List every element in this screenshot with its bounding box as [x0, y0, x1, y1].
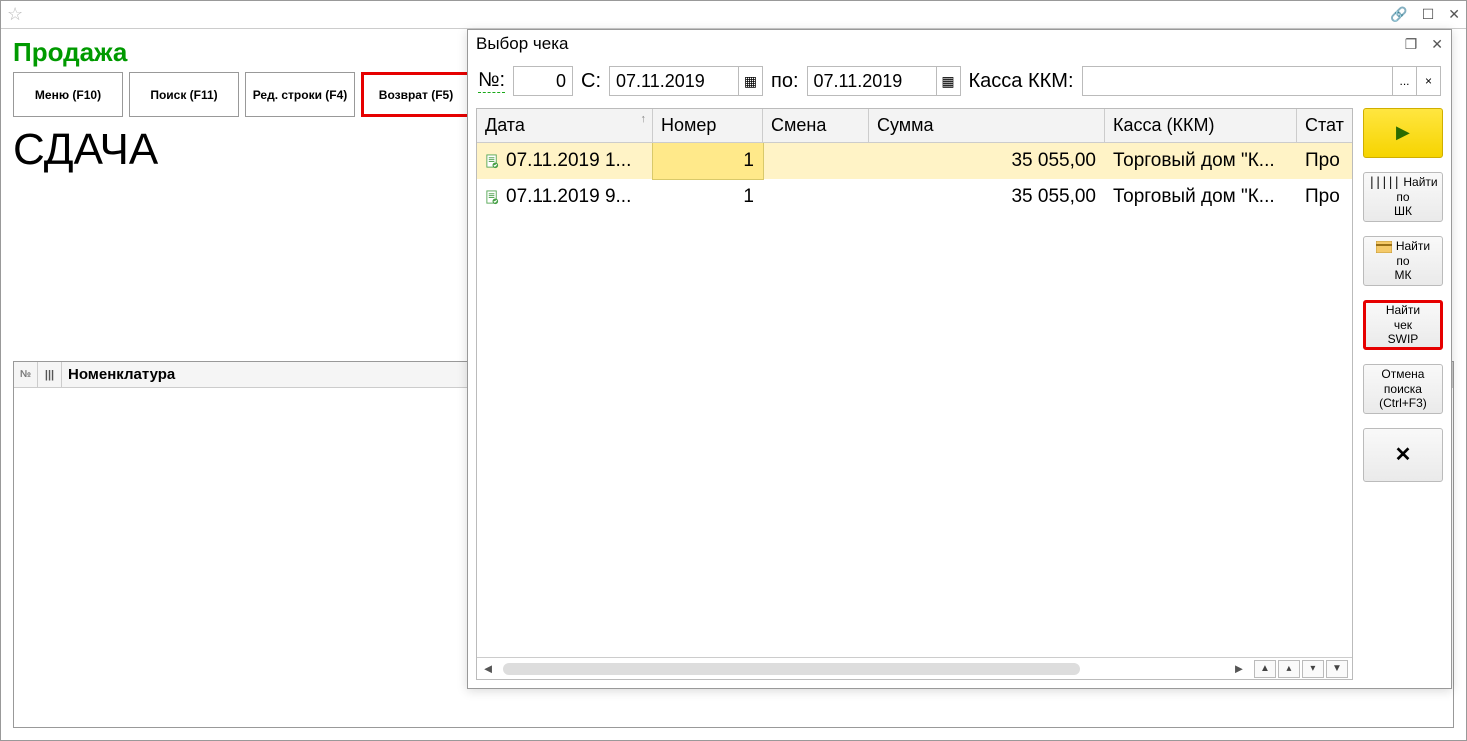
column-number[interactable]: Номер: [653, 109, 763, 142]
cell-summa: 35 055,00: [869, 143, 1105, 179]
horizontal-scroll-zone: ◄ ► ▲ ▴ ▾ ▼: [477, 657, 1352, 679]
search-button[interactable]: Поиск (F11): [129, 72, 239, 117]
to-date-label: по:: [771, 70, 799, 93]
scroll-track[interactable]: [503, 663, 1224, 675]
scroll-right-icon[interactable]: ►: [1228, 660, 1250, 678]
select-check-dialog: Выбор чека ❐ ✕ №: С: ▦ по: ▦ Касса ККМ: …: [467, 29, 1452, 689]
cell-date: 07.11.2019 1...: [477, 143, 653, 179]
find-by-mk-button[interactable]: Найти поМК: [1363, 236, 1443, 286]
cell-date: 07.11.2019 9...: [477, 179, 653, 215]
column-barcode-icon[interactable]: |||: [38, 362, 62, 387]
nav-last-icon[interactable]: ▼: [1326, 660, 1348, 678]
dialog-title: Выбор чека: [476, 34, 569, 54]
dialog-window-controls: ❐ ✕: [1405, 36, 1443, 53]
cell-summa: 35 055,00: [869, 179, 1105, 215]
from-date-input[interactable]: [609, 66, 739, 96]
cell-kassa-kkm: Торговый дом "К...: [1105, 179, 1297, 215]
play-select-button[interactable]: ▶: [1363, 108, 1443, 158]
number-label-link[interactable]: №:: [478, 69, 505, 93]
column-summa[interactable]: Сумма: [869, 109, 1105, 142]
to-date-calendar-icon[interactable]: ▦: [937, 66, 961, 96]
cell-number: 1: [653, 143, 763, 179]
kassa-kkm-input[interactable]: [1082, 66, 1393, 96]
column-number-icon[interactable]: №: [14, 362, 38, 387]
document-icon: [485, 154, 500, 169]
table-row[interactable]: 07.11.2019 1... 1 35 055,00 Торговый дом…: [477, 143, 1352, 179]
close-dialog-button[interactable]: ✕: [1363, 428, 1443, 482]
kassa-kkm-box: ... ×: [1082, 66, 1441, 96]
maximize-icon[interactable]: ☐: [1422, 6, 1435, 23]
document-icon: [485, 190, 500, 205]
scroll-thumb[interactable]: [503, 663, 1080, 675]
sort-ascending-icon: ↑: [641, 113, 647, 125]
window-controls: 🔗 ☐ ✕: [1390, 6, 1460, 23]
from-date-box: ▦: [609, 66, 763, 96]
find-check-swip-button[interactable]: НайтичекSWIP: [1363, 300, 1443, 350]
scroll-left-icon[interactable]: ◄: [477, 660, 499, 678]
kassa-clear-button[interactable]: ×: [1417, 66, 1441, 96]
to-date-input[interactable]: [807, 66, 937, 96]
kassa-select-button[interactable]: ...: [1393, 66, 1417, 96]
edit-rows-button[interactable]: Ред. строки (F4): [245, 72, 355, 117]
cell-smena: [763, 179, 869, 215]
column-status[interactable]: Стат: [1297, 109, 1352, 142]
link-icon[interactable]: 🔗: [1390, 6, 1407, 23]
cell-status: Про: [1297, 179, 1352, 215]
dialog-close-icon[interactable]: ✕: [1431, 36, 1443, 53]
main-titlebar: ☆ 🔗 ☐ ✕: [1, 1, 1466, 29]
dialog-filters: №: С: ▦ по: ▦ Касса ККМ: ... ×: [468, 58, 1451, 104]
cell-number: 1: [653, 179, 763, 215]
main-area: Продажа Меню (F10) Поиск (F11) Ред. стро…: [1, 29, 1466, 740]
number-input[interactable]: [513, 66, 573, 96]
checks-table: Дата ↑ Номер Смена Сумма Касса (ККМ) Ста…: [476, 108, 1353, 680]
from-date-label: С:: [581, 70, 601, 93]
dialog-restore-icon[interactable]: ❐: [1405, 36, 1418, 53]
cell-smena: [763, 143, 869, 179]
column-smena[interactable]: Смена: [763, 109, 869, 142]
close-icon[interactable]: ✕: [1448, 6, 1460, 23]
return-button[interactable]: Возврат (F5): [361, 72, 471, 117]
nav-down-icon[interactable]: ▾: [1302, 660, 1324, 678]
dialog-body: Дата ↑ Номер Смена Сумма Касса (ККМ) Ста…: [476, 108, 1443, 680]
table-row[interactable]: 07.11.2019 9... 1 35 055,00 Торговый дом…: [477, 179, 1352, 215]
cell-kassa-kkm: Торговый дом "К...: [1105, 143, 1297, 179]
table-nav-buttons: ▲ ▴ ▾ ▼: [1250, 660, 1352, 678]
column-kassa-kkm[interactable]: Касса (ККМ): [1105, 109, 1297, 142]
nav-first-icon[interactable]: ▲: [1254, 660, 1276, 678]
checks-table-header: Дата ↑ Номер Смена Сумма Касса (ККМ) Ста…: [477, 109, 1352, 143]
cell-status: Про: [1297, 143, 1352, 179]
dialog-side-buttons: ▶ |||||Найти поШК Найти поМК НайтичекSWI…: [1363, 108, 1443, 680]
find-by-barcode-button[interactable]: |||||Найти поШК: [1363, 172, 1443, 222]
card-icon: [1376, 241, 1392, 253]
barcode-icon: |||||: [1368, 175, 1399, 189]
column-date[interactable]: Дата ↑: [477, 109, 653, 142]
dialog-titlebar: Выбор чека ❐ ✕: [468, 30, 1451, 58]
nav-up-icon[interactable]: ▴: [1278, 660, 1300, 678]
from-date-calendar-icon[interactable]: ▦: [739, 66, 763, 96]
kassa-kkm-label: Касса ККМ:: [969, 70, 1074, 93]
checks-table-rows: 07.11.2019 1... 1 35 055,00 Торговый дом…: [477, 143, 1352, 657]
menu-button[interactable]: Меню (F10): [13, 72, 123, 117]
favorite-star-icon[interactable]: ☆: [7, 4, 23, 25]
to-date-box: ▦: [807, 66, 961, 96]
cancel-search-button[interactable]: Отменапоиска(Ctrl+F3): [1363, 364, 1443, 414]
